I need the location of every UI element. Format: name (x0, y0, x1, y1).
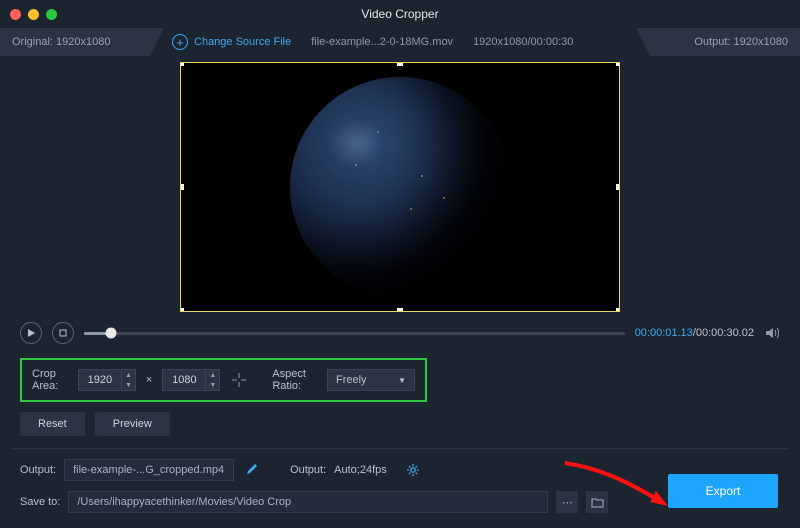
chevron-down-icon[interactable]: ▼ (206, 380, 219, 390)
timecode: 00:00:01.13/00:00:30.02 (635, 327, 754, 339)
output-file-field: file-example-...G_cropped.mp4 (64, 459, 234, 481)
video-frame (290, 77, 510, 297)
open-folder-button[interactable] (586, 491, 608, 513)
window-title: Video Cropper (0, 7, 800, 21)
crop-width-stepper[interactable]: ▲▼ (78, 369, 136, 391)
save-to-label: Save to: (20, 496, 60, 508)
change-source-label: Change Source File (194, 36, 291, 48)
crop-handle-ml[interactable] (180, 184, 184, 190)
chevron-down-icon[interactable]: ▼ (122, 380, 135, 390)
source-file-name: file-example...2-0-18MG.mov (311, 36, 453, 48)
crop-area-label: Crop Area: (32, 368, 68, 392)
crosshair-icon (230, 371, 248, 389)
crop-handle-bl[interactable] (180, 308, 184, 312)
preview-zone (0, 62, 800, 312)
aspect-ratio-select[interactable]: Freely ▼ (327, 369, 415, 391)
crop-handle-tm[interactable] (397, 62, 403, 66)
output-file-label: Output: (20, 464, 56, 476)
titlebar: Video Cropper (0, 0, 800, 28)
crop-height-input[interactable] (163, 374, 205, 386)
crop-preview[interactable] (180, 62, 620, 312)
output-format-label: Output: (290, 464, 326, 476)
output-format-value: Auto;24fps (334, 464, 387, 476)
play-icon (27, 329, 35, 337)
folder-icon (591, 497, 604, 508)
pencil-icon (246, 463, 258, 475)
times-label: × (146, 374, 152, 386)
crop-handle-tl[interactable] (180, 62, 184, 66)
stop-button[interactable] (52, 322, 74, 344)
seek-track[interactable] (84, 332, 625, 335)
plus-icon: + (172, 34, 188, 50)
crop-handle-tr[interactable] (616, 62, 620, 66)
aspect-ratio-value: Freely (336, 374, 367, 386)
total-time: 00:00:30.02 (696, 327, 754, 339)
crop-handle-bm[interactable] (397, 308, 403, 312)
output-size-label: Output: 1920x1080 (650, 28, 800, 56)
center-crop-button[interactable] (230, 369, 248, 391)
original-size-label: Original: 1920x1080 (0, 28, 150, 56)
chevron-up-icon[interactable]: ▲ (122, 370, 135, 380)
output-settings-button[interactable] (405, 462, 421, 478)
export-button[interactable]: Export (668, 474, 778, 508)
save-path-field: /Users/ihappyacethinker/Movies/Video Cro… (68, 491, 548, 513)
current-time: 00:00:01.13 (635, 327, 693, 339)
play-button[interactable] (20, 322, 42, 344)
change-source-button[interactable]: + Change Source File (172, 34, 291, 50)
chevron-down-icon: ▼ (398, 376, 406, 385)
volume-icon[interactable] (764, 325, 780, 341)
rename-button[interactable] (242, 463, 262, 478)
seek-thumb[interactable] (106, 328, 117, 339)
stop-icon (59, 329, 67, 337)
chevron-up-icon[interactable]: ▲ (206, 370, 219, 380)
action-buttons: Reset Preview (20, 412, 780, 436)
preview-button[interactable]: Preview (95, 412, 170, 436)
ellipsis-icon: ⋯ (562, 496, 573, 509)
gear-icon (406, 463, 420, 477)
source-file-meta: 1920x1080/00:00:30 (473, 36, 573, 48)
aspect-ratio-label: Aspect Ratio: (272, 368, 317, 392)
browse-folder-button[interactable]: ⋯ (556, 491, 578, 513)
crop-width-input[interactable] (79, 374, 121, 386)
header-bar: Original: 1920x1080 + Change Source File… (0, 28, 800, 56)
crop-controls: Crop Area: ▲▼ × ▲▼ Aspect Ratio: Freely … (20, 358, 427, 402)
playback-bar: 00:00:01.13/00:00:30.02 (0, 312, 800, 352)
divider (12, 448, 788, 449)
crop-height-stepper[interactable]: ▲▼ (162, 369, 220, 391)
crop-handle-mr[interactable] (616, 184, 620, 190)
reset-button[interactable]: Reset (20, 412, 85, 436)
crop-handle-br[interactable] (616, 308, 620, 312)
